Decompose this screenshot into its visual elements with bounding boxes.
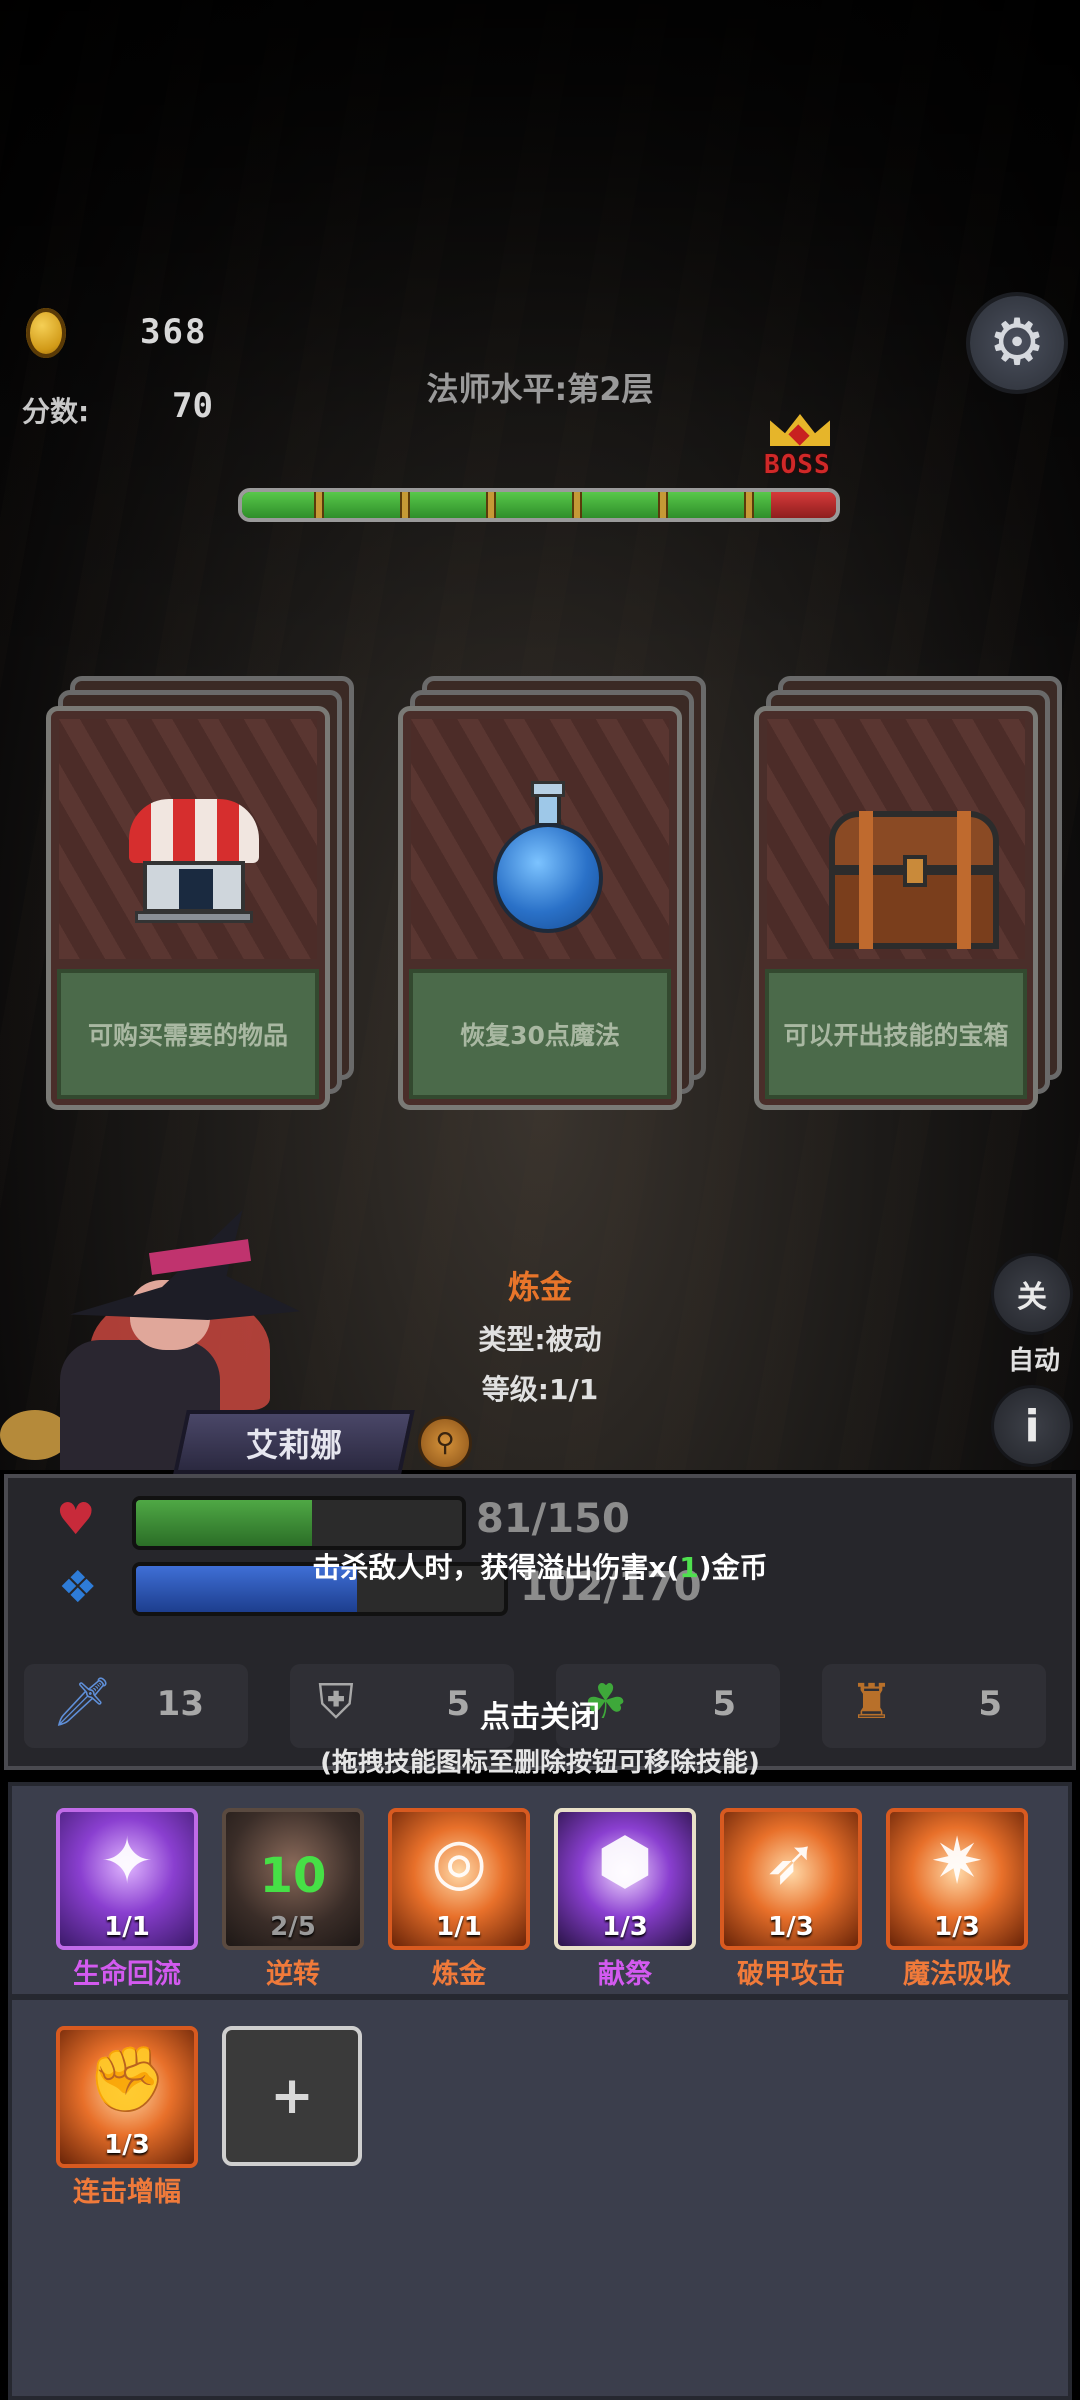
card-potion[interactable]: 恢复30点魔法 — [398, 676, 708, 1110]
skill-level: 1/1 — [104, 1912, 150, 1942]
tooltip-suffix: 金币 — [711, 1551, 768, 1584]
skill-level: 2/5 — [270, 1912, 316, 1942]
card-shop[interactable]: 可购买需要的物品 — [46, 676, 356, 1110]
skill-level: 1/1 — [436, 1912, 482, 1942]
card-chest[interactable]: 可以开出技能的宝箱 — [754, 676, 1064, 1110]
progress-marker — [658, 492, 668, 518]
tooltip-value: 1 — [679, 1551, 699, 1584]
potion-body — [493, 823, 603, 933]
add-skill-button[interactable]: + — [222, 2026, 362, 2166]
level-title: 法师水平:第2层 — [426, 370, 654, 408]
gear-icon: ⚙ — [988, 306, 1046, 380]
shop-base — [135, 911, 253, 923]
settings-button[interactable]: ⚙ — [970, 296, 1064, 390]
coin-count: 368 — [140, 312, 208, 352]
card-description: 可以开出技能的宝箱 — [765, 969, 1027, 1099]
auto-label: 自动 — [1007, 1346, 1060, 1376]
chest-lock — [903, 855, 927, 887]
shop-door — [179, 869, 213, 909]
heart-icon: ♥ — [56, 1494, 96, 1545]
coin-icon — [26, 308, 66, 358]
skill-icon: ⬢ — [597, 1825, 653, 1899]
hp-value: 81/150 — [476, 1496, 630, 1542]
auto-toggle-button[interactable]: 关 — [994, 1256, 1070, 1332]
tooltip-paren: ) — [698, 1551, 712, 1584]
skill-slot[interactable]: ◎ 1/1 — [388, 1808, 530, 1950]
card-description: 恢复30点魔法 — [409, 969, 671, 1099]
card-description: 可购买需要的物品 — [57, 969, 319, 1099]
skill-icon: ◎ — [431, 1825, 487, 1899]
auto-toggle-label: 关 — [1017, 1280, 1047, 1315]
progress-marker — [486, 492, 496, 518]
skill-level: 1/3 — [104, 2130, 150, 2160]
info-button[interactable]: i — [994, 1388, 1070, 1464]
plus-icon: + — [270, 2066, 314, 2126]
skill-slot[interactable]: ⬢ 1/3 — [554, 1808, 696, 1950]
progress-boss-segment — [771, 492, 836, 518]
skill-level: 1/3 — [768, 1912, 814, 1942]
chest-band — [859, 811, 873, 949]
skill-level: 1/3 — [602, 1912, 648, 1942]
skill-name-label: 连击增幅 — [73, 2177, 181, 2208]
progress-marker — [572, 492, 582, 518]
skill-icon: ✦ — [100, 1825, 154, 1899]
skill-icon: ✊ — [87, 2043, 167, 2117]
skill-icon: ✷ — [930, 1825, 984, 1899]
card-face: 可以开出技能的宝箱 — [754, 706, 1038, 1110]
skill-slot[interactable]: ✦ 1/1 — [56, 1808, 198, 1950]
skill-name-label: 破甲攻击 — [737, 1959, 845, 1990]
skill-slot[interactable]: ➶ 1/3 — [720, 1808, 862, 1950]
hp-bar — [132, 1496, 466, 1550]
floor-progress-bar — [238, 488, 840, 522]
progress-marker — [314, 492, 324, 518]
tooltip-paren: ( — [666, 1551, 680, 1584]
character-badge-icon[interactable]: ⚲ — [418, 1416, 472, 1470]
close-hint[interactable]: 点击关闭 — [0, 1692, 1080, 1736]
skill-name-label: 逆转 — [266, 1959, 320, 1990]
progress-marker — [400, 492, 410, 518]
info-icon: i — [1024, 1400, 1040, 1452]
card-face: 恢复30点魔法 — [398, 706, 682, 1110]
chest-band — [957, 811, 971, 949]
card-art — [767, 719, 1025, 959]
card-face: 可购买需要的物品 — [46, 706, 330, 1110]
skills-divider — [12, 1994, 1068, 2000]
progress-marker — [744, 492, 754, 518]
skill-slot[interactable]: ✊ 1/3 — [56, 2026, 198, 2168]
boss-label: BOSS — [764, 450, 831, 480]
card-art — [59, 719, 317, 959]
potion-cork — [531, 781, 565, 797]
skill-name-label: 炼金 — [432, 1959, 486, 1990]
skill-icon: 10 — [259, 1848, 327, 1904]
skill-slot[interactable]: ✷ 1/3 — [886, 1808, 1028, 1950]
tooltip-text: 击杀敌人时，获得溢出伤害x — [312, 1551, 667, 1584]
skill-icon: ➶ — [764, 1825, 818, 1899]
skill-name-label: 献祭 — [598, 1959, 652, 1990]
hp-bar-fill — [136, 1500, 312, 1546]
character-name: 艾莉娜 — [245, 1426, 342, 1464]
boss-marker: BOSS — [760, 410, 840, 486]
skill-slot[interactable]: 10 2/5 — [222, 1808, 364, 1950]
drag-hint: (拖拽技能图标至删除按钮可移除技能) — [320, 1748, 760, 1778]
skill-name-label: 魔法吸收 — [903, 1959, 1011, 1990]
skill-level: 1/3 — [934, 1912, 980, 1942]
shop-roof — [129, 799, 259, 863]
card-art — [411, 719, 669, 959]
skill-name-label: 生命回流 — [73, 1959, 181, 1990]
skill-tooltip: 击杀敌人时，获得溢出伤害x(1)金币 — [0, 1546, 1080, 1586]
